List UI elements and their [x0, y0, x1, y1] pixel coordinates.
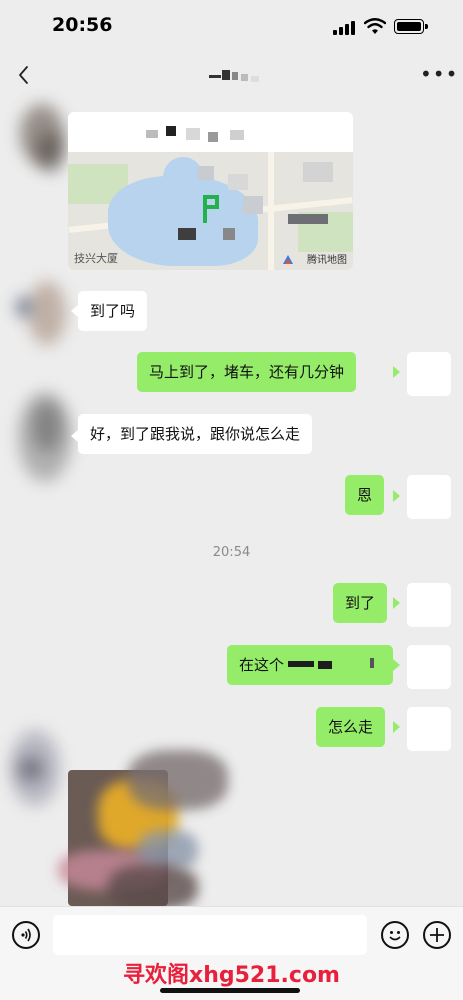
avatar[interactable]: [14, 281, 66, 345]
message-bubble[interactable]: 到了: [333, 583, 388, 623]
signal-icon: [333, 21, 357, 35]
avatar[interactable]: [14, 392, 72, 482]
status-time: 20:56: [52, 14, 113, 36]
location-message[interactable]: 技兴大厦 腾讯地图: [68, 112, 353, 270]
location-map[interactable]: 技兴大厦 腾讯地图: [68, 152, 353, 270]
voice-icon[interactable]: [12, 921, 40, 949]
home-indicator: [160, 988, 300, 993]
watermark: 寻欢阁xhg521.com: [123, 963, 340, 988]
battery-icon: [394, 19, 428, 34]
plus-icon[interactable]: [423, 921, 451, 949]
avatar[interactable]: [407, 707, 451, 751]
message-bubble[interactable]: 好，到了跟我说，跟你说怎么走: [78, 414, 313, 454]
tencent-map-logo-icon: [283, 255, 293, 264]
location-pin-icon: [203, 195, 219, 223]
emoji-icon[interactable]: [381, 921, 409, 949]
avatar[interactable]: [407, 583, 451, 627]
redacted-text: [370, 658, 374, 668]
message-bubble[interactable]: 怎么走: [316, 707, 386, 747]
avatar[interactable]: [407, 475, 451, 519]
message-bubble[interactable]: 恩: [345, 475, 385, 515]
avatar[interactable]: [14, 104, 64, 172]
map-brand-label: 腾讯地图: [307, 255, 347, 266]
message-input[interactable]: [53, 915, 367, 955]
chat-header: •••: [0, 56, 463, 96]
location-title-redacted: [146, 122, 266, 142]
wifi-icon: [364, 18, 386, 34]
map-place-label: 技兴大厦: [74, 252, 118, 265]
message-bubble[interactable]: 到了吗: [78, 291, 148, 331]
redacted-text: [318, 661, 332, 669]
avatar[interactable]: [407, 645, 451, 689]
chat-title-redacted: [205, 64, 265, 84]
timestamp: 20:54: [212, 545, 251, 560]
avatar[interactable]: [10, 730, 60, 806]
status-bar: 20:56: [0, 0, 463, 56]
photo-message[interactable]: [58, 750, 228, 910]
avatar[interactable]: [407, 352, 451, 396]
redacted-text: [288, 661, 314, 667]
message-text: 在这个: [239, 656, 285, 674]
more-dots-icon[interactable]: •••: [420, 64, 457, 84]
message-bubble[interactable]: 马上到了，堵车，还有几分钟: [137, 352, 357, 392]
chevron-left-icon[interactable]: [13, 62, 37, 88]
